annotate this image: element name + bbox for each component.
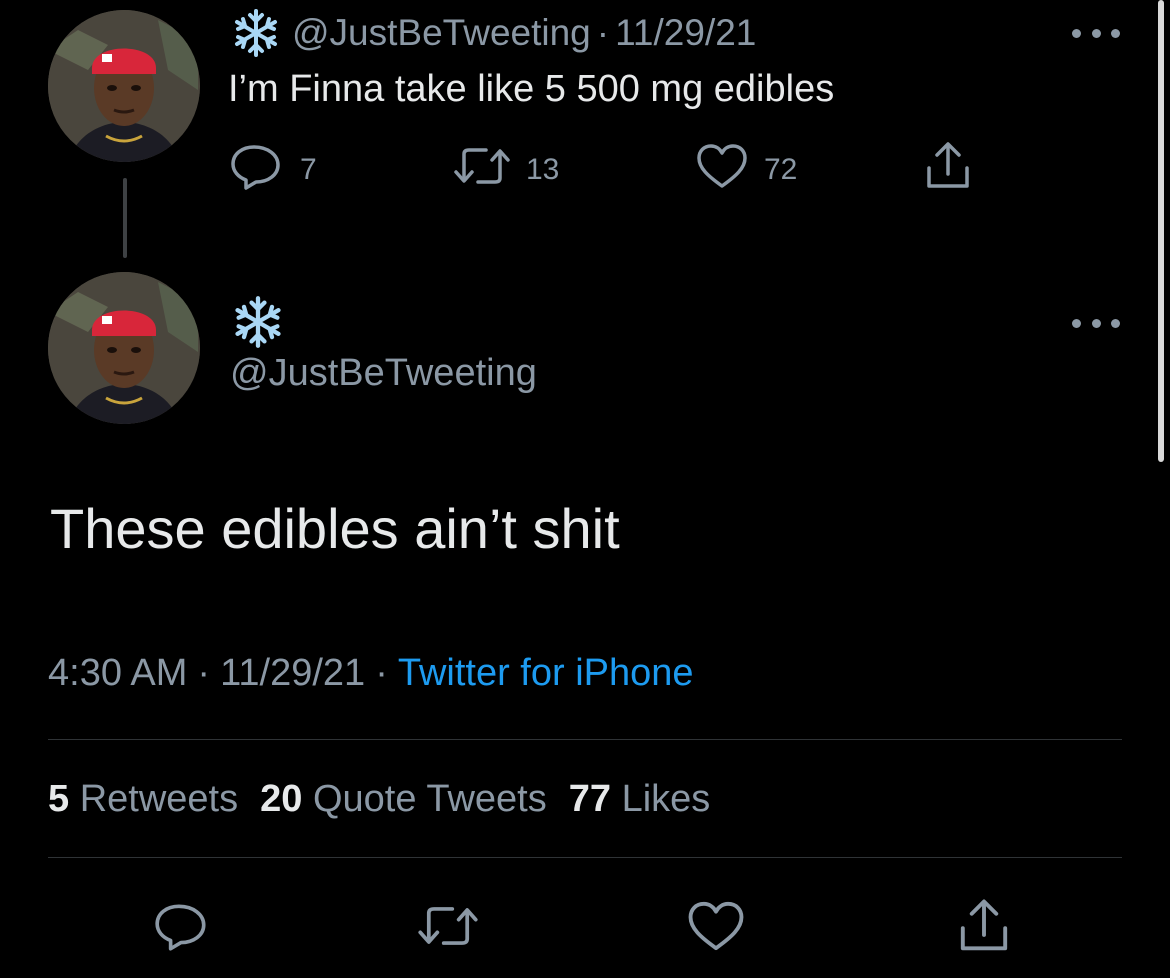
reply-count: 7: [300, 153, 317, 186]
likes-count: 77: [568, 778, 612, 820]
share-button[interactable]: [922, 142, 974, 198]
more-dot-icon: [1111, 28, 1120, 38]
more-dot-icon: [1091, 318, 1101, 328]
more-options-button[interactable]: [1072, 26, 1120, 40]
retweet-button[interactable]: 13: [452, 142, 559, 198]
more-dot-icon: [1072, 28, 1081, 38]
parent-action-bar: 7 13 72: [228, 142, 988, 198]
parent-handle[interactable]: @JustBeTweeting: [292, 12, 591, 54]
retweets-label: Retweets: [79, 778, 239, 820]
quote-count: 20: [260, 778, 303, 820]
snowflake-emoji-icon: [230, 294, 286, 350]
quote-tweets-stat[interactable]: 20 Quote Tweets: [260, 778, 547, 820]
quote-label: Quote Tweets: [312, 778, 547, 820]
main-action-bar: [0, 896, 1170, 960]
retweets-stat[interactable]: 5 Retweets: [48, 778, 238, 820]
share-button[interactable]: [952, 896, 1016, 960]
reply-button[interactable]: [150, 896, 214, 960]
retweet-icon: [452, 142, 512, 198]
tweet-source-link[interactable]: Twitter for iPhone: [398, 652, 694, 694]
likes-label: Likes: [621, 778, 711, 820]
divider: [48, 739, 1122, 740]
share-icon: [955, 897, 1013, 960]
tweet-date[interactable]: 11/29/21: [220, 652, 365, 694]
like-count: 72: [764, 153, 798, 186]
retweets-count: 5: [48, 778, 70, 820]
reply-icon: [152, 898, 212, 959]
scrollbar-thumb[interactable]: [1158, 0, 1164, 462]
meta-separator: ·: [375, 652, 388, 694]
header-separator: ·: [596, 12, 610, 53]
retweet-count: 13: [526, 153, 560, 186]
snowflake-emoji-icon: [230, 7, 282, 59]
retweet-button[interactable]: [416, 896, 480, 960]
reply-icon: [228, 141, 286, 199]
main-handle[interactable]: @JustBeTweeting: [230, 352, 537, 395]
divider: [48, 857, 1122, 858]
share-icon: [922, 140, 974, 200]
more-dot-icon: [1091, 28, 1101, 38]
reply-button[interactable]: 7: [228, 142, 317, 198]
meta-separator: ·: [197, 652, 211, 694]
like-button[interactable]: [684, 896, 748, 960]
heart-icon: [685, 898, 747, 959]
tweet-meta: 4:30 AM · 11/29/21 · Twitter for iPhone: [48, 652, 694, 695]
parent-date[interactable]: 11/29/21: [615, 12, 756, 54]
parent-tweet-text: I’m Finna take like 5 500 mg edibles: [228, 68, 835, 110]
avatar[interactable]: [48, 272, 200, 424]
heart-icon: [694, 141, 750, 199]
retweet-icon: [416, 900, 480, 957]
engagement-stats: 5 Retweets 20 Quote Tweets 77 Likes: [48, 778, 732, 821]
like-button[interactable]: 72: [694, 142, 797, 198]
more-dot-icon: [1111, 318, 1120, 328]
more-dot-icon: [1072, 318, 1081, 328]
thread-connector-line: [123, 178, 127, 258]
main-tweet-text: These edibles ain’t shit: [50, 497, 620, 560]
more-options-button[interactable]: [1072, 316, 1120, 330]
likes-stat[interactable]: 77 Likes: [569, 778, 711, 820]
parent-tweet-header: @JustBeTweeting · 11/29/21: [230, 8, 756, 58]
tweet-time[interactable]: 4:30 AM: [48, 652, 187, 694]
avatar[interactable]: [48, 10, 200, 162]
